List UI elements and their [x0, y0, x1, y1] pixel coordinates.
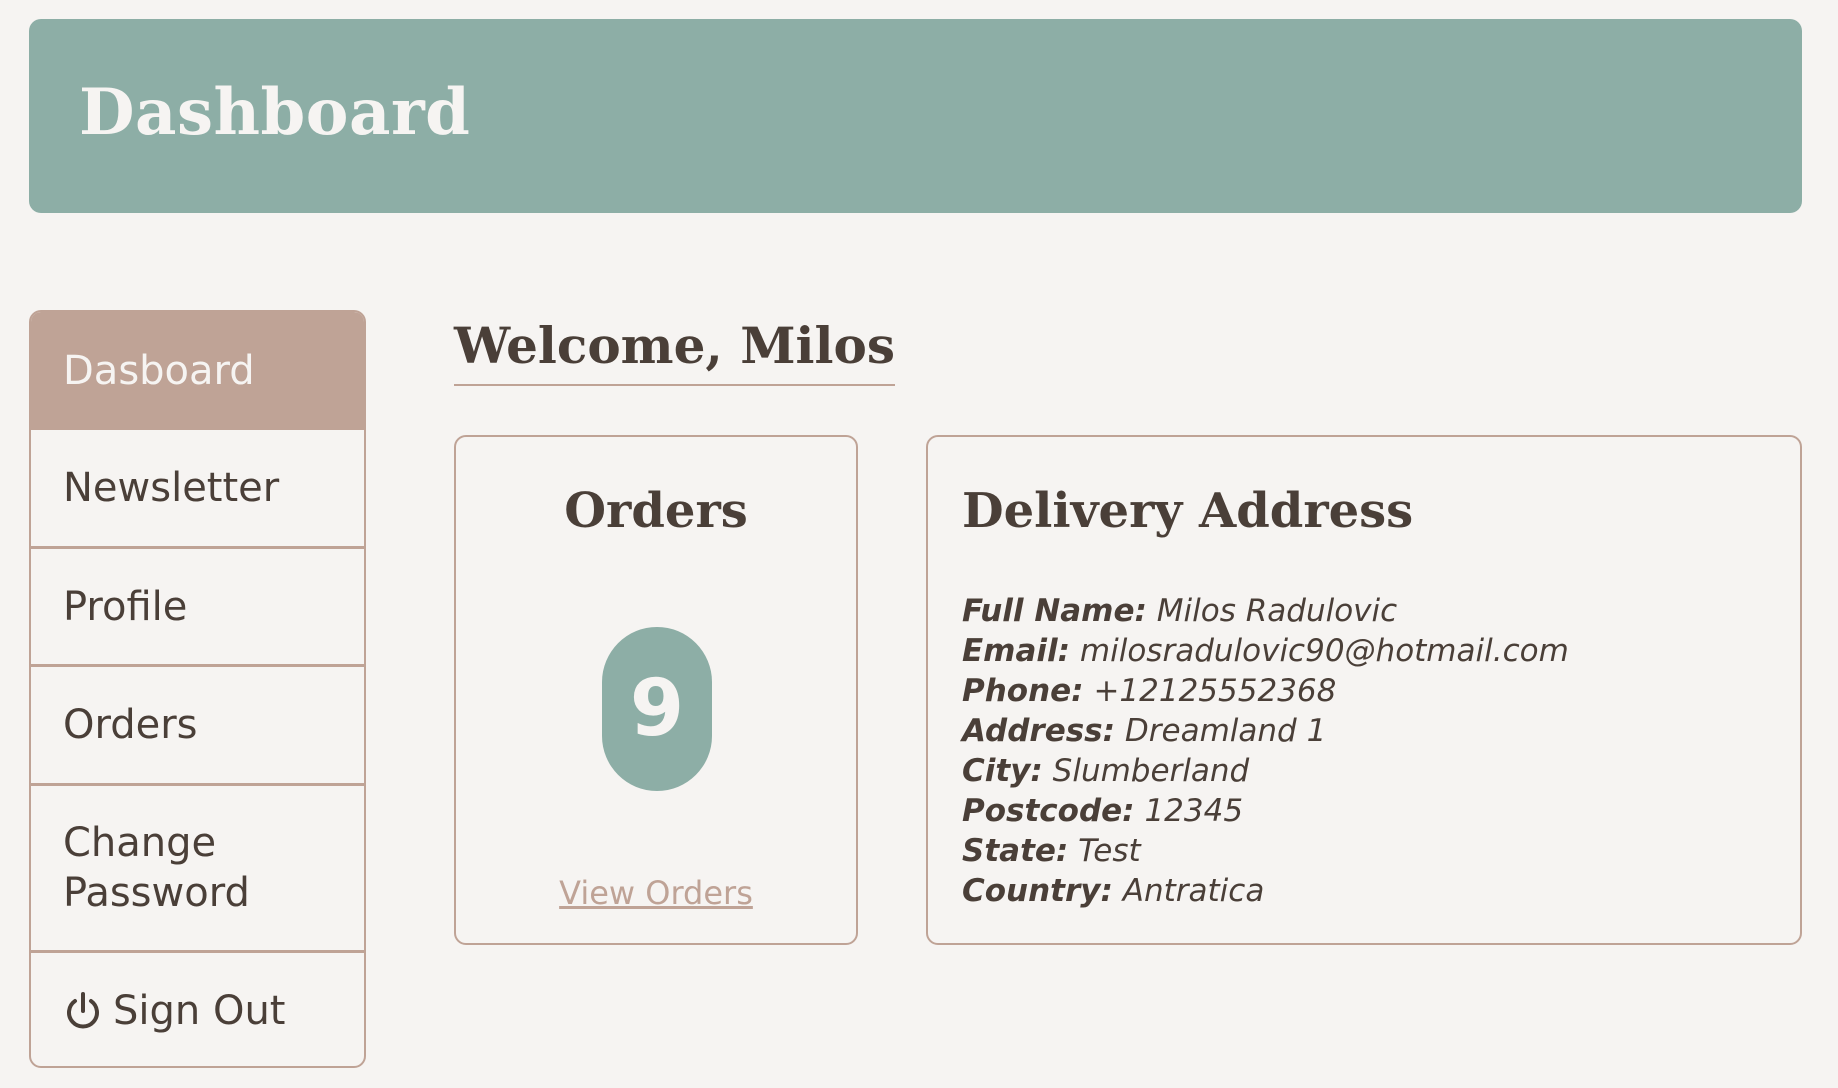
sidebar-item-sign-out[interactable]: Sign Out — [31, 953, 364, 1066]
orders-card: Orders 9 View Orders — [454, 435, 858, 945]
field-label: Email: — [962, 633, 1071, 669]
delivery-address-card: Delivery Address Full Name: Milos Radulo… — [926, 435, 1802, 945]
field-label: City: — [962, 753, 1043, 789]
sidebar-item-newsletter[interactable]: Newsletter — [31, 430, 364, 546]
field-value: Antratica — [1122, 873, 1265, 909]
sidebar-item-label: Dasboard — [63, 348, 255, 394]
field-value: Dreamland 1 — [1124, 713, 1327, 749]
field-label: Country: — [962, 873, 1113, 909]
sidebar-item-label: Newsletter — [63, 465, 280, 511]
field-label: Full Name: — [962, 593, 1147, 629]
field-value: Milos Radulovic — [1156, 593, 1398, 629]
address-details: Full Name: Milos Radulovic Email: milosr… — [962, 591, 1569, 911]
address-field-email: Email: milosradulovic90@hotmail.com — [962, 631, 1569, 671]
field-label: Phone: — [962, 673, 1084, 709]
address-field-state: State: Test — [962, 831, 1569, 871]
sidebar-item-change-password[interactable]: Change Password — [31, 786, 364, 950]
page-header: Dashboard — [29, 19, 1802, 213]
sidebar-item-profile[interactable]: Profile — [31, 549, 364, 664]
sidebar-item-dashboard[interactable]: Dasboard — [31, 312, 364, 430]
address-field-postcode: Postcode: 12345 — [962, 791, 1569, 831]
sidebar-item-label: Orders — [63, 702, 198, 748]
address-field-address: Address: Dreamland 1 — [962, 711, 1569, 751]
sidebar-nav: Dasboard Newsletter Profile Orders Chang… — [29, 310, 366, 1068]
field-value: 12345 — [1144, 793, 1244, 829]
field-label: Postcode: — [962, 793, 1135, 829]
welcome-heading: Welcome, Milos — [454, 316, 896, 386]
delivery-address-title: Delivery Address — [962, 483, 1414, 539]
field-label: State: — [962, 833, 1069, 869]
order-count-badge: 9 — [602, 627, 712, 791]
view-orders-link[interactable]: View Orders — [456, 873, 856, 913]
field-value: milosradulovic90@hotmail.com — [1079, 633, 1569, 669]
field-value: +12125552368 — [1093, 673, 1337, 709]
field-label: Address: — [962, 713, 1116, 749]
sidebar-item-label: Change Password — [63, 820, 250, 916]
orders-card-title: Orders — [564, 483, 748, 539]
field-value: Test — [1078, 833, 1141, 869]
address-field-phone: Phone: +12125552368 — [962, 671, 1569, 711]
sidebar-item-label: Sign Out — [113, 987, 286, 1034]
address-field-city: City: Slumberland — [962, 751, 1569, 791]
address-field-country: Country: Antratica — [962, 871, 1569, 911]
field-value: Slumberland — [1052, 753, 1250, 789]
sidebar-item-orders[interactable]: Orders — [31, 667, 364, 783]
sidebar-item-label: Profile — [63, 583, 188, 630]
address-field-full-name: Full Name: Milos Radulovic — [962, 591, 1569, 631]
power-icon — [67, 991, 99, 1028]
page-title: Dashboard — [79, 75, 471, 150]
